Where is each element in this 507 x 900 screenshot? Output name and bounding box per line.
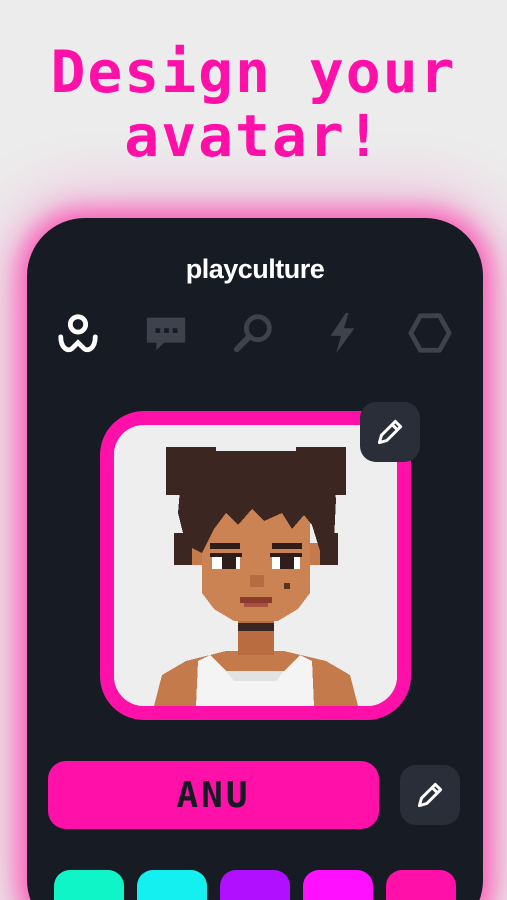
nav-activity[interactable] xyxy=(317,308,367,358)
nav-search[interactable] xyxy=(229,308,279,358)
color-swatch[interactable] xyxy=(220,870,290,900)
nav-avatar[interactable] xyxy=(53,308,103,358)
avatar-icon xyxy=(58,314,98,353)
color-swatch[interactable] xyxy=(54,870,124,900)
color-swatch[interactable] xyxy=(137,870,207,900)
avatar-name: ANU xyxy=(48,761,379,829)
avatar-image xyxy=(114,425,397,706)
lightning-icon xyxy=(330,312,355,354)
phone-screen: playculture ANU xyxy=(27,218,483,900)
color-swatch[interactable] xyxy=(303,870,373,900)
hexagon-icon xyxy=(408,313,452,353)
chat-icon xyxy=(146,317,186,351)
app-brand: playculture xyxy=(185,254,325,284)
color-swatches xyxy=(27,870,483,900)
top-nav xyxy=(27,308,483,360)
edit-name-button[interactable] xyxy=(400,765,460,825)
color-swatch[interactable] xyxy=(386,870,456,900)
nav-chat[interactable] xyxy=(141,308,191,358)
headline: Design your avatar! xyxy=(50,38,457,170)
nav-more[interactable] xyxy=(405,308,455,358)
pencil-icon xyxy=(417,782,443,808)
search-icon xyxy=(233,314,272,353)
pencil-icon xyxy=(377,419,403,445)
edit-avatar-button[interactable] xyxy=(360,402,420,462)
